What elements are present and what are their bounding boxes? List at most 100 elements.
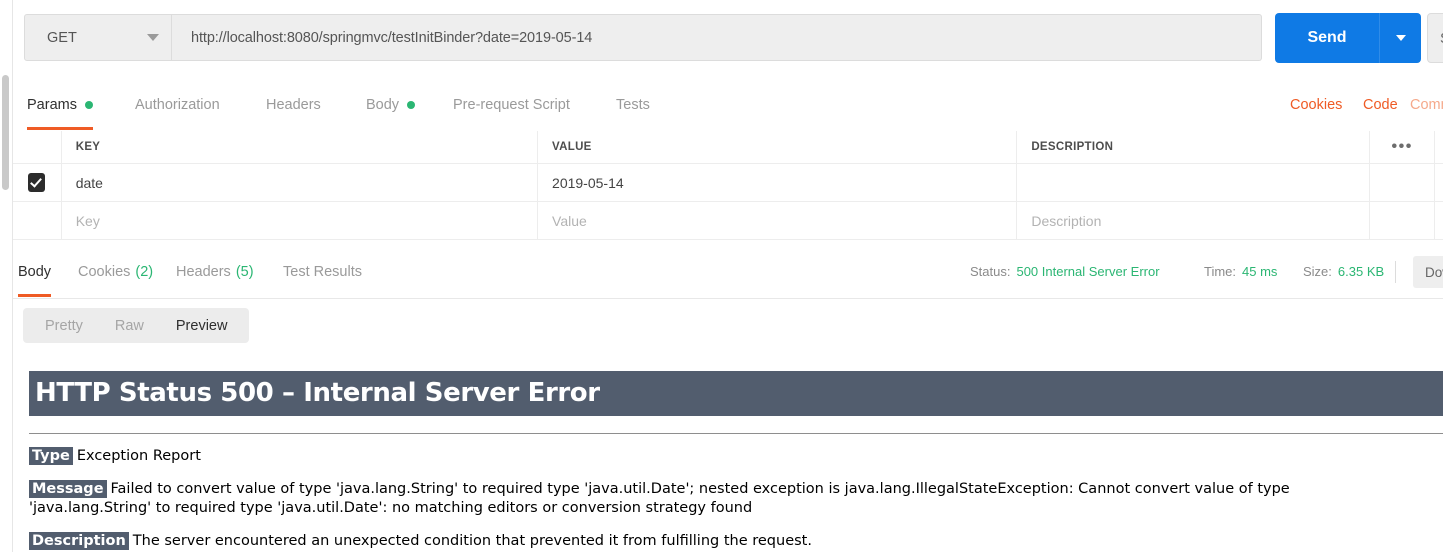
chevron-down-icon	[147, 34, 159, 41]
row-menu-cell	[1370, 164, 1435, 201]
size-value: 6.35 KB	[1337, 264, 1385, 279]
table-row[interactable]: date 2019-05-14	[13, 164, 1443, 202]
tab-pre-request-script[interactable]: Pre-request Script	[453, 79, 570, 130]
status-label: Status:	[970, 264, 1011, 279]
tab-headers[interactable]: Headers	[266, 79, 321, 130]
empty-row-key-placeholder: Key	[75, 212, 100, 229]
status-value: 500 Internal Server Error	[1016, 264, 1160, 279]
code-link[interactable]: Code	[1363, 79, 1398, 130]
download-button[interactable]: Download	[1413, 256, 1443, 288]
error-message-line: Message Failed to convert value of type '…	[29, 479, 1443, 519]
sidebar-scrollbar[interactable]	[2, 75, 9, 190]
response-tab-test-results[interactable]: Test Results	[283, 246, 362, 297]
response-tabs: Body Cookies (2) Headers (5) Test Result…	[13, 246, 1443, 299]
empty-row-menu-cell	[1370, 202, 1435, 239]
time-label: Time:	[1204, 264, 1237, 279]
tab-tests[interactable]: Tests	[616, 79, 650, 130]
error-banner: HTTP Status 500 – Internal Server Error	[29, 371, 1443, 416]
tab-params[interactable]: Params	[27, 79, 93, 130]
send-button[interactable]: Send	[1275, 13, 1379, 63]
segment-pretty-label: Pretty	[45, 317, 83, 334]
error-message-text: Failed to convert value of type 'java.la…	[29, 480, 1290, 517]
modified-dot-icon	[84, 100, 93, 109]
row-key-input[interactable]: date	[62, 164, 539, 201]
response-tab-cookies[interactable]: Cookies (2)	[78, 246, 153, 297]
empty-row-value-input[interactable]: Value	[538, 202, 1018, 239]
header-value: VALUE	[538, 131, 1018, 163]
empty-row-value-placeholder: Value	[552, 212, 587, 229]
tab-params-label: Params	[27, 96, 77, 113]
send-button-group: Send	[1275, 13, 1421, 63]
error-type-tag: Type	[29, 447, 73, 465]
response-tab-headers[interactable]: Headers (5)	[176, 246, 254, 297]
row-value-input[interactable]: 2019-05-14	[538, 164, 1018, 201]
tab-authorization-label: Authorization	[135, 96, 220, 113]
row-description-input[interactable]	[1017, 164, 1371, 201]
response-tab-body-label: Body	[18, 263, 52, 280]
segment-raw[interactable]: Raw	[99, 308, 160, 343]
tab-authorization[interactable]: Authorization	[135, 79, 220, 130]
response-tab-headers-count: (5)	[235, 263, 254, 280]
row-enabled-checkbox[interactable]	[13, 164, 62, 201]
checkbox-checked-icon	[28, 173, 46, 192]
body-view-toggle: Pretty Raw Preview	[23, 308, 250, 343]
tab-tests-label: Tests	[616, 96, 650, 113]
divider	[29, 433, 1443, 434]
download-button-label: Download	[1425, 264, 1443, 280]
row-value-value: 2019-05-14	[552, 174, 624, 191]
error-description-tag: Description	[29, 531, 129, 550]
tab-pre-request-script-label: Pre-request Script	[453, 96, 570, 113]
empty-row-description-input[interactable]: Description	[1017, 202, 1371, 239]
tab-body[interactable]: Body	[366, 79, 416, 130]
segment-preview[interactable]: Preview	[160, 308, 244, 343]
url-text: http://localhost:8080/springmvc/testInit…	[191, 29, 593, 46]
error-type-line: Type Exception Report	[29, 447, 1443, 467]
table-row-empty[interactable]: Key Value Description	[13, 202, 1443, 240]
url-input[interactable]: http://localhost:8080/springmvc/testInit…	[172, 14, 1262, 61]
row-key-value: date	[75, 174, 103, 191]
request-bar: GET http://localhost:8080/springmvc/test…	[13, 0, 1443, 80]
tab-headers-label: Headers	[266, 96, 321, 113]
code-link-label: Code	[1363, 96, 1398, 113]
empty-row-description-placeholder: Description	[1031, 212, 1102, 229]
empty-row-key-input[interactable]: Key	[62, 202, 539, 239]
response-body-preview: HTTP Status 500 – Internal Server Error …	[13, 356, 1443, 552]
response-tab-test-results-label: Test Results	[283, 263, 362, 280]
left-gutter	[0, 0, 13, 552]
ellipsis-icon: •••	[1391, 138, 1413, 155]
size-meta: Size: 6.35 KB	[1303, 246, 1384, 297]
error-type-text: Exception Report	[76, 448, 201, 464]
status-meta: Status: 500 Internal Server Error	[970, 246, 1160, 297]
send-button-label: Send	[1307, 29, 1347, 46]
cookies-link-label: Cookies	[1290, 96, 1343, 113]
meta-divider	[1395, 261, 1396, 283]
empty-row-checkbox[interactable]	[13, 202, 62, 239]
bulk-edit-link[interactable]: Bulk Edit	[1435, 131, 1443, 163]
comments-link[interactable]: Comments	[1410, 79, 1443, 130]
http-method-label: GET	[47, 29, 77, 46]
row-tail-cell	[1435, 164, 1443, 201]
response-tab-cookies-label: Cookies	[78, 263, 131, 280]
request-tabs: Params Authorization Headers Body Pre-re…	[13, 79, 1443, 132]
error-message-tag: Message	[29, 479, 107, 498]
error-description-line: Description The server encountered an une…	[29, 531, 1443, 552]
segment-raw-label: Raw	[114, 317, 144, 334]
table-header-row: KEY VALUE DESCRIPTION ••• Bulk Edit	[13, 131, 1443, 164]
params-options-button[interactable]: •••	[1370, 131, 1435, 163]
time-value: 45 ms	[1242, 264, 1278, 279]
http-method-select[interactable]: GET	[24, 14, 172, 61]
time-meta: Time: 45 ms	[1204, 246, 1277, 297]
error-description-text: The server encountered an unexpected con…	[132, 532, 812, 549]
modified-dot-icon	[407, 100, 416, 109]
empty-row-tail-cell	[1435, 202, 1443, 239]
save-button[interactable]: Save	[1427, 13, 1443, 63]
segment-preview-label: Preview	[175, 317, 228, 334]
cookies-link[interactable]: Cookies	[1290, 79, 1342, 130]
response-tab-body[interactable]: Body	[18, 246, 52, 297]
response-tab-cookies-count: (2)	[135, 263, 154, 280]
size-label: Size:	[1303, 264, 1332, 279]
segment-pretty[interactable]: Pretty	[29, 308, 99, 343]
send-options-button[interactable]	[1379, 13, 1421, 63]
tomcat-error-page: HTTP Status 500 – Internal Server Error …	[13, 371, 1443, 551]
comments-link-label: Comments	[1410, 96, 1443, 113]
